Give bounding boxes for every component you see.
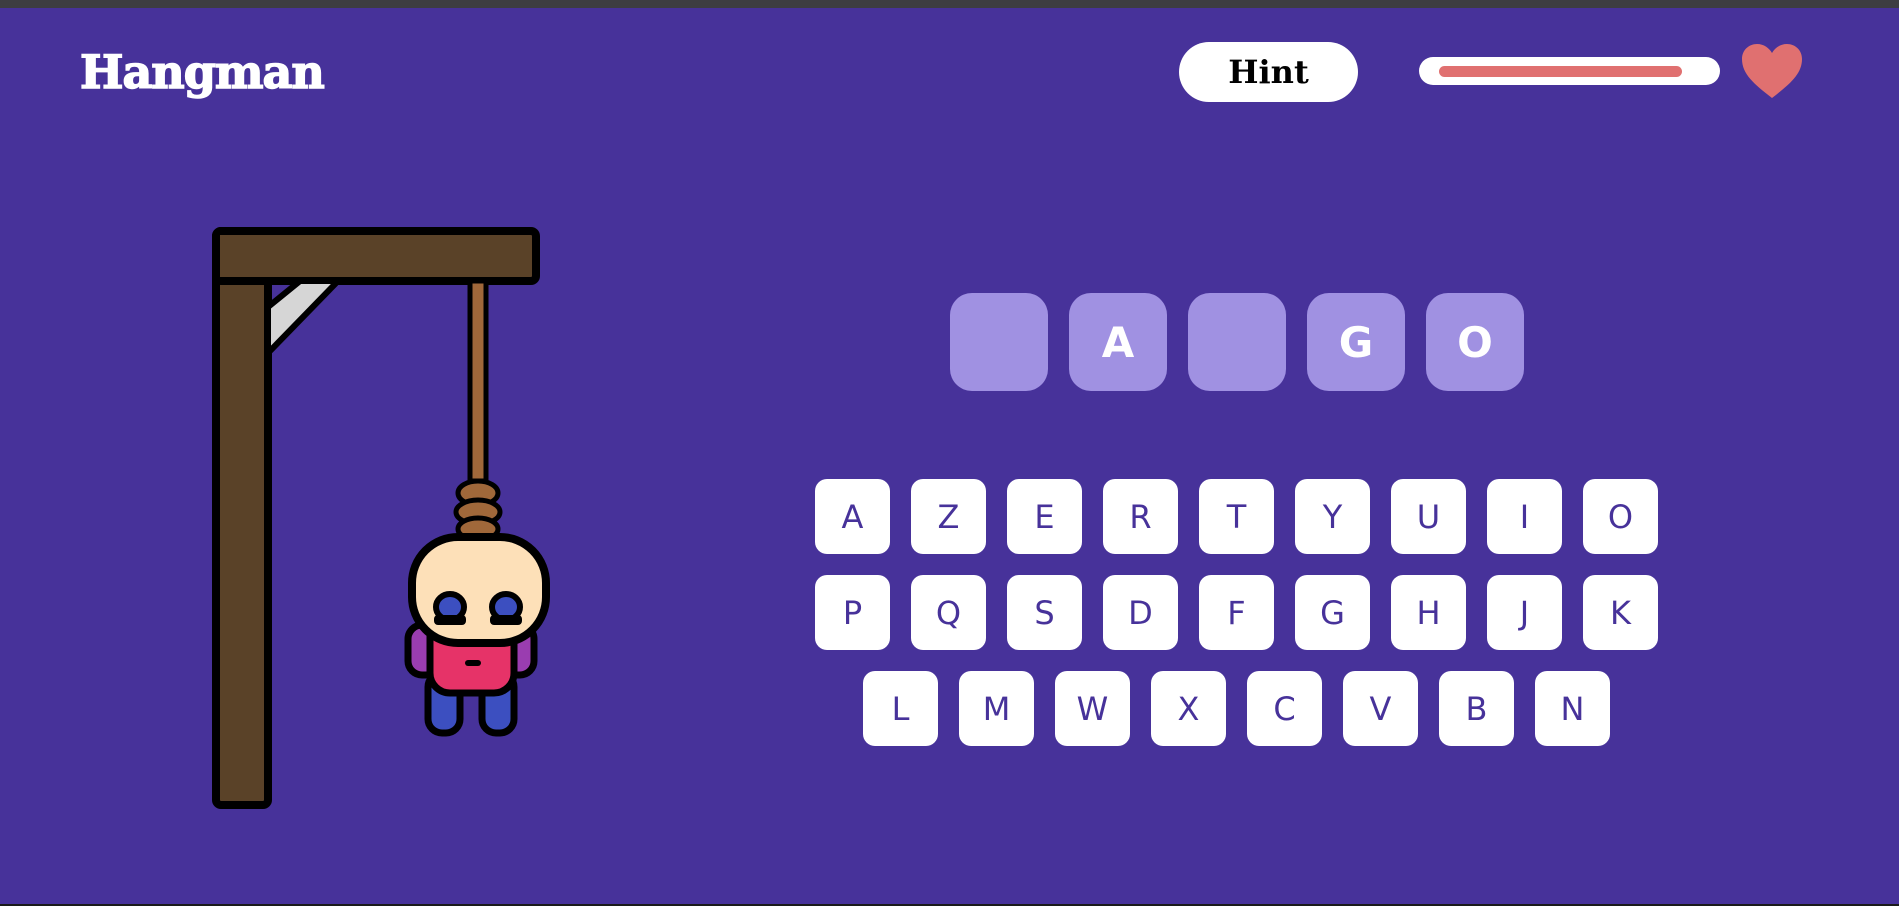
key-a[interactable]: A (815, 479, 890, 554)
word-slots: A G O (950, 293, 1524, 391)
key-h[interactable]: H (1391, 575, 1466, 650)
keyboard-row-3: L M W X C V B N (863, 671, 1610, 746)
key-m[interactable]: M (959, 671, 1034, 746)
key-v[interactable]: V (1343, 671, 1418, 746)
key-q[interactable]: Q (911, 575, 986, 650)
key-i[interactable]: I (1487, 479, 1562, 554)
key-t[interactable]: T (1199, 479, 1274, 554)
key-g[interactable]: G (1295, 575, 1370, 650)
key-e[interactable]: E (1007, 479, 1082, 554)
window-top-strip (0, 0, 1899, 8)
key-c[interactable]: C (1247, 671, 1322, 746)
key-s[interactable]: S (1007, 575, 1082, 650)
hangman-drawing (212, 227, 550, 809)
key-j[interactable]: J (1487, 575, 1562, 650)
health-bar-fill (1439, 66, 1682, 77)
key-b[interactable]: B (1439, 671, 1514, 746)
word-slot (950, 293, 1048, 391)
word-slot (1188, 293, 1286, 391)
key-y[interactable]: Y (1295, 479, 1370, 554)
keyboard-row-1: A Z E R T Y U I O (815, 479, 1658, 554)
health-bar (1419, 57, 1720, 85)
key-d[interactable]: D (1103, 575, 1178, 650)
word-slot: O (1426, 293, 1524, 391)
heart-icon (1742, 44, 1802, 98)
key-z[interactable]: Z (911, 479, 986, 554)
game-title: Hangman (79, 44, 325, 100)
word-slot: G (1307, 293, 1405, 391)
keyboard-row-2: P Q S D F G H J K (815, 575, 1658, 650)
word-slot: A (1069, 293, 1167, 391)
key-p[interactable]: P (815, 575, 890, 650)
key-l[interactable]: L (863, 671, 938, 746)
key-x[interactable]: X (1151, 671, 1226, 746)
key-f[interactable]: F (1199, 575, 1274, 650)
key-w[interactable]: W (1055, 671, 1130, 746)
key-k[interactable]: K (1583, 575, 1658, 650)
key-o[interactable]: O (1583, 479, 1658, 554)
rope (453, 278, 503, 543)
hanged-figure (404, 533, 550, 737)
hint-button[interactable]: Hint (1179, 42, 1358, 102)
key-r[interactable]: R (1103, 479, 1178, 554)
key-u[interactable]: U (1391, 479, 1466, 554)
key-n[interactable]: N (1535, 671, 1610, 746)
